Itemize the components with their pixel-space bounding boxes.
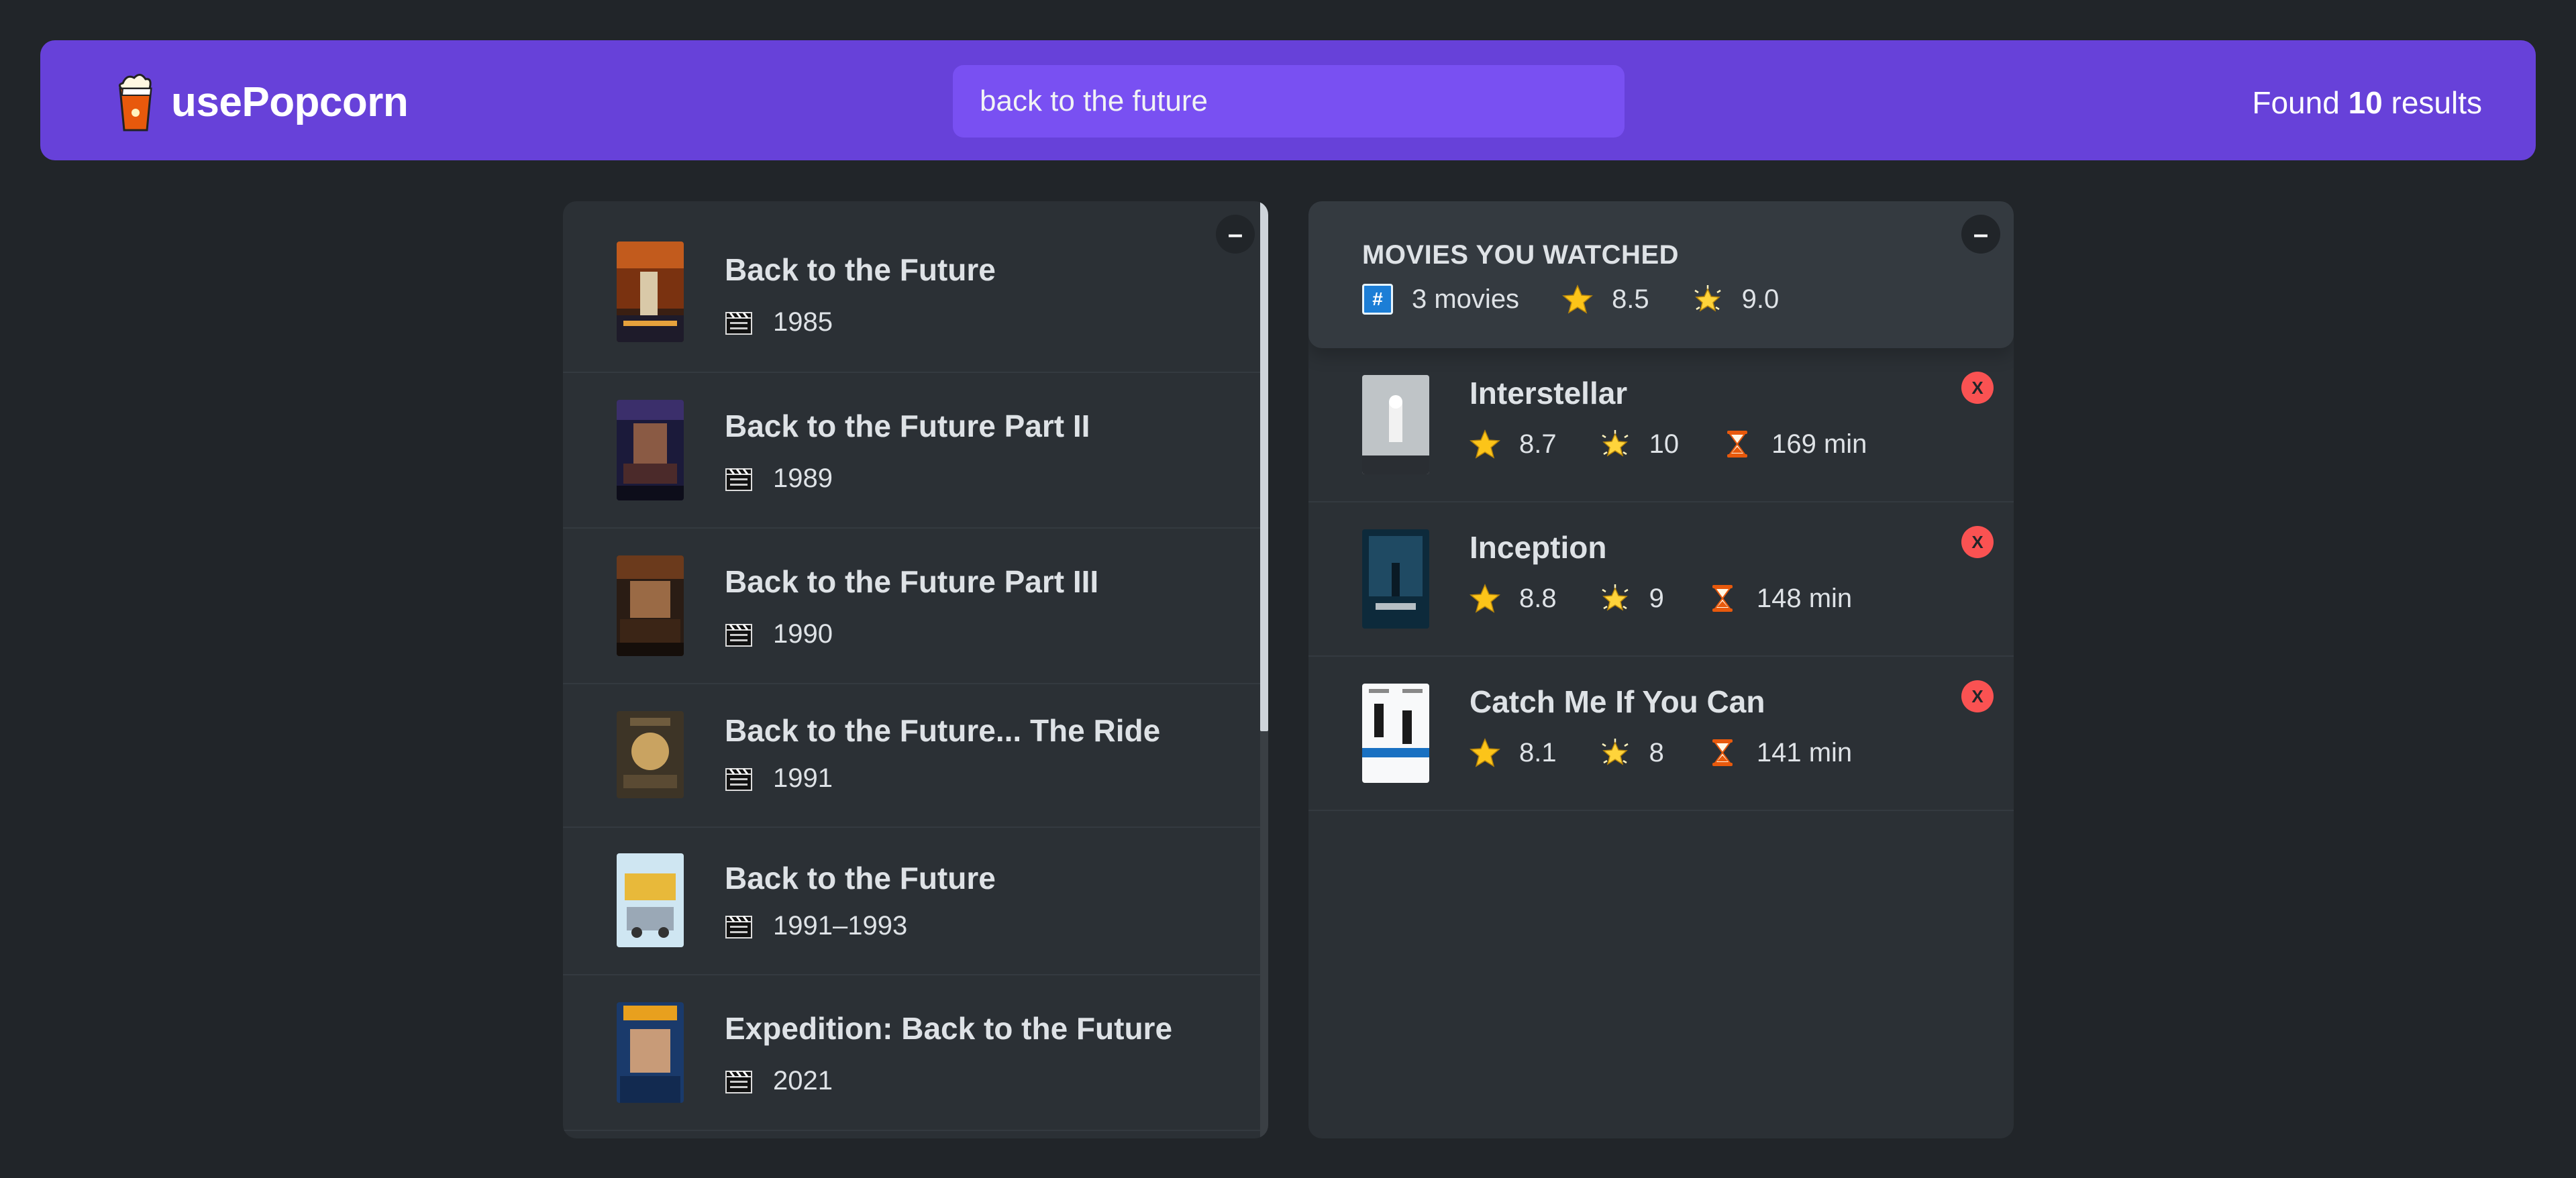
star-icon bbox=[1562, 284, 1593, 314]
glowing-star-icon bbox=[1601, 584, 1629, 611]
hourglass-icon bbox=[1712, 739, 1733, 766]
movie-title: Expedition: Back to the Future bbox=[725, 1011, 1173, 1046]
user-rating: 8 bbox=[1600, 737, 1664, 768]
movie-poster bbox=[1362, 684, 1429, 783]
results-count: Found 10 results bbox=[2252, 85, 2482, 120]
avg-imdb-rating: 8.5 bbox=[1562, 284, 1649, 315]
user-rating: 9 bbox=[1600, 583, 1664, 614]
movie-stats: 8.7 10 169 min bbox=[1470, 429, 1910, 460]
hourglass-icon bbox=[1727, 431, 1748, 458]
movie-stats: 8.8 9 148 min bbox=[1470, 583, 1895, 614]
imdb-rating: 8.1 bbox=[1470, 737, 1557, 768]
delete-watched-button[interactable]: X bbox=[1961, 526, 1994, 558]
watched-box: MOVIES YOU WATCHED # 3 movies 8.5 9.0 – bbox=[1308, 201, 2014, 1138]
nav-bar: usePopcorn Found 10 results bbox=[40, 40, 2536, 160]
hash-icon: # bbox=[1362, 284, 1393, 315]
movie-poster bbox=[1362, 375, 1429, 474]
runtime: 169 min bbox=[1722, 429, 1867, 460]
runtime: 148 min bbox=[1707, 583, 1852, 614]
runtime: 141 min bbox=[1707, 737, 1852, 768]
imdb-rating: 8.8 bbox=[1470, 583, 1557, 614]
delete-watched-button[interactable]: X bbox=[1961, 680, 1994, 712]
collapse-results-button[interactable]: – bbox=[1216, 215, 1255, 254]
clapperboard-icon bbox=[725, 468, 752, 491]
list-item[interactable]: Back to the Future Part II 1989 bbox=[563, 373, 1260, 529]
movie-title: Back to the Future Part II bbox=[725, 409, 1090, 443]
movie-title: Catch Me If You Can bbox=[1470, 684, 1765, 719]
movie-year: 2021 bbox=[725, 1066, 833, 1096]
movie-title: Back to the Future bbox=[725, 252, 996, 287]
watched-item: Catch Me If You Can 8.1 8 141 min X bbox=[1308, 657, 2014, 811]
movie-poster bbox=[617, 555, 684, 656]
watched-item: Interstellar 8.7 10 169 min X bbox=[1308, 348, 2014, 502]
imdb-rating: 8.7 bbox=[1470, 429, 1557, 460]
clapperboard-icon bbox=[725, 767, 752, 791]
hourglass-icon bbox=[1712, 585, 1733, 612]
avg-user-rating: 9.0 bbox=[1692, 284, 1779, 315]
glowing-star-icon bbox=[1694, 285, 1721, 312]
movie-year: 1985 bbox=[725, 307, 833, 337]
watched-summary-title: MOVIES YOU WATCHED bbox=[1362, 240, 1680, 270]
summary-stats: # 3 movies 8.5 9.0 bbox=[1362, 284, 1822, 315]
delete-watched-button[interactable]: X bbox=[1961, 372, 1994, 404]
star-icon bbox=[1470, 429, 1500, 459]
search-input[interactable] bbox=[953, 65, 1625, 138]
movie-poster bbox=[1362, 529, 1429, 629]
list-item[interactable]: Back to the Future 1991–1993 bbox=[563, 828, 1260, 975]
movie-title: Back to the Future... The Ride bbox=[725, 713, 1161, 748]
list-item[interactable]: Expedition: Back to the Future 2021 bbox=[563, 975, 1260, 1131]
clapperboard-icon bbox=[725, 1070, 752, 1093]
movie-poster bbox=[617, 711, 684, 798]
clapperboard-icon bbox=[725, 311, 752, 335]
logo-text: usePopcorn bbox=[171, 78, 409, 125]
clapperboard-icon bbox=[725, 623, 752, 647]
list-item[interactable]: Back to the Future Part III 1990 bbox=[563, 529, 1260, 684]
movie-poster bbox=[617, 242, 684, 342]
scrollbar-thumb[interactable] bbox=[1260, 201, 1268, 731]
user-rating: 10 bbox=[1600, 429, 1679, 460]
list-item[interactable]: Back to the Future 1985 bbox=[563, 201, 1260, 373]
movie-poster bbox=[617, 1002, 684, 1103]
movie-poster bbox=[617, 400, 684, 500]
star-icon bbox=[1470, 738, 1500, 767]
search-results-box: – Back to the Future 1985 Back to the Fu… bbox=[563, 201, 1268, 1138]
results-scrollbar[interactable] bbox=[1260, 201, 1268, 1138]
popcorn-icon bbox=[118, 74, 152, 131]
movie-year: 1991–1993 bbox=[725, 911, 907, 941]
movie-year: 1991 bbox=[725, 763, 833, 794]
star-icon bbox=[1470, 584, 1500, 613]
movie-year: 1990 bbox=[725, 619, 833, 649]
logo: usePopcorn bbox=[97, 68, 409, 136]
watched-summary: MOVIES YOU WATCHED # 3 movies 8.5 9.0 – bbox=[1308, 201, 2014, 348]
list-item[interactable]: Back to the Future... The Ride 1991 bbox=[563, 684, 1260, 828]
watched-count: # 3 movies bbox=[1362, 284, 1519, 315]
movie-title: Back to the Future Part III bbox=[725, 564, 1099, 599]
clapperboard-icon bbox=[725, 915, 752, 939]
movie-poster bbox=[617, 853, 684, 947]
watched-item: Inception 8.8 9 148 min X bbox=[1308, 502, 2014, 657]
movie-stats: 8.1 8 141 min bbox=[1470, 737, 1895, 768]
movie-year: 1989 bbox=[725, 464, 833, 494]
glowing-star-icon bbox=[1601, 739, 1629, 765]
movie-title: Inception bbox=[1470, 530, 1607, 565]
movie-title: Interstellar bbox=[1470, 376, 1628, 411]
collapse-watched-button[interactable]: – bbox=[1961, 215, 2000, 254]
movie-title: Back to the Future bbox=[725, 861, 996, 896]
glowing-star-icon bbox=[1601, 430, 1629, 457]
